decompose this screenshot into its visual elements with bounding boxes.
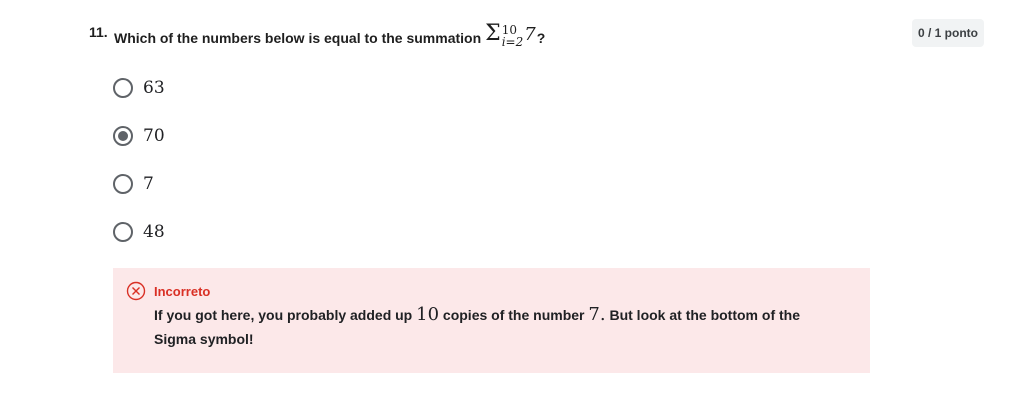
feedback-text-part: If you got here, you probably added up [154, 307, 413, 323]
sigma-symbol: Σ [485, 21, 501, 46]
feedback-text-part: copies of the number [442, 307, 585, 323]
option-70[interactable]: 70 [113, 124, 165, 148]
summation-limits: 10 i=2 [502, 24, 524, 48]
question-number: 11. [89, 24, 108, 40]
radio-button[interactable] [113, 222, 133, 242]
radio-button-selected[interactable] [113, 126, 133, 146]
feedback-math: 10 [416, 304, 440, 325]
feedback-panel: Incorreto If you got here, you probably … [113, 268, 870, 373]
feedback-status: Incorreto [154, 284, 211, 299]
summation-lower-limit: i=2 [501, 35, 524, 49]
option-label: 48 [143, 222, 165, 242]
points-badge: 0 / 1 ponto [912, 19, 984, 47]
radio-button[interactable] [113, 78, 133, 98]
close-circle-icon [126, 281, 146, 301]
option-7[interactable]: 7 [113, 172, 165, 196]
summation-expression: Σ 10 i=2 7 [485, 21, 536, 49]
option-label: 7 [143, 174, 154, 194]
summation-term: 7 [524, 23, 536, 45]
option-63[interactable]: 63 [113, 76, 165, 100]
feedback-message: If you got here, you probably added up 1… [154, 303, 844, 351]
feedback-math: 7. [588, 304, 606, 325]
question-prompt: Which of the numbers below is equal to t… [114, 30, 482, 46]
radio-button[interactable] [113, 174, 133, 194]
question-mark: ? [536, 30, 546, 46]
option-label: 63 [143, 78, 165, 98]
option-label: 70 [143, 126, 165, 146]
option-48[interactable]: 48 [113, 220, 165, 244]
answer-options: 63 70 7 48 [113, 76, 165, 268]
question-text: Which of the numbers below is equal to t… [114, 16, 546, 49]
radio-dot-icon [118, 131, 128, 141]
